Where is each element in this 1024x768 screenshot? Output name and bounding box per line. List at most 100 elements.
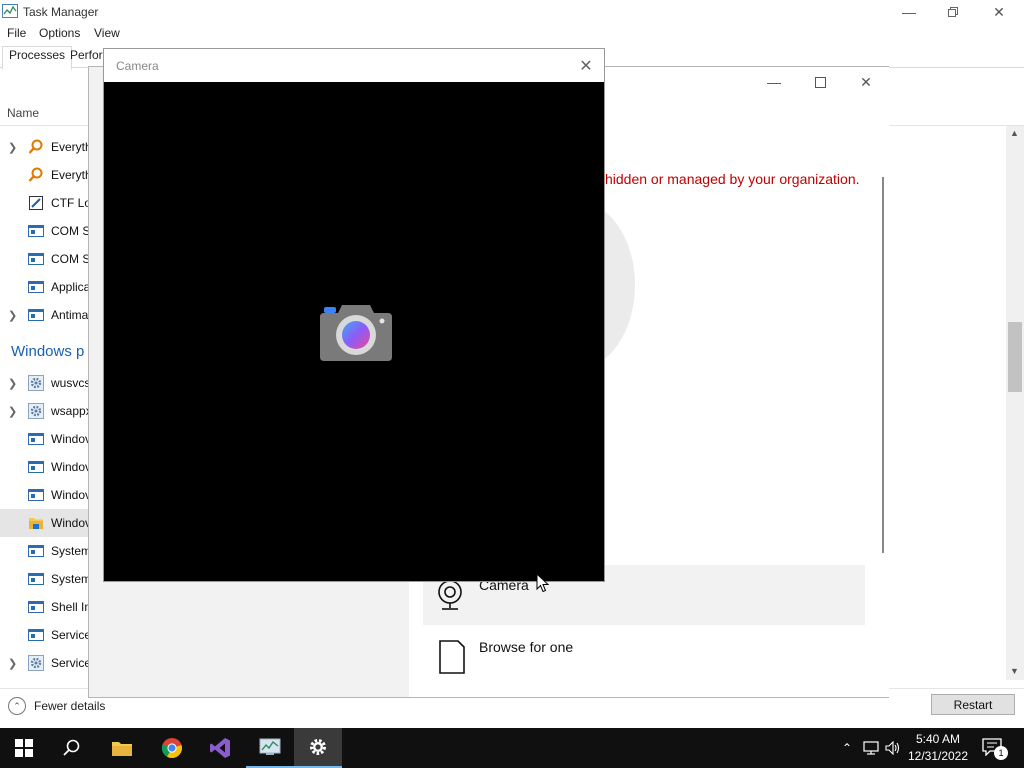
task-manager-taskbar-button[interactable]	[246, 728, 294, 768]
process-list-scrollbar[interactable]: ▲ ▼	[1006, 126, 1024, 680]
window-title: Task Manager	[23, 5, 99, 19]
visual-studio-taskbar-button[interactable]	[196, 728, 244, 768]
show-hidden-icons-chevron-icon[interactable]: ⌃	[838, 740, 856, 756]
process-row[interactable]: ❯ Antima	[0, 301, 90, 329]
process-name: Windov	[51, 516, 89, 530]
start-button[interactable]	[0, 728, 48, 768]
webcam-icon	[438, 580, 462, 610]
close-icon: ✕	[860, 73, 872, 90]
windows-logo-icon	[15, 739, 33, 757]
explorer-folder-icon	[28, 515, 44, 531]
tab-processes[interactable]: Processes	[2, 46, 73, 70]
restart-button[interactable]: Restart	[931, 694, 1015, 715]
process-name: CTF Lo	[51, 196, 89, 210]
window-app-icon	[28, 307, 44, 323]
column-name-header[interactable]: Name	[7, 106, 39, 120]
camera-app-icon	[320, 305, 392, 361]
process-name: Shell In	[51, 600, 89, 614]
process-row[interactable]: Shell In	[0, 593, 90, 621]
file-icon	[439, 640, 465, 674]
process-name: Windov	[51, 488, 89, 502]
task-manager-icon	[259, 738, 281, 755]
process-row[interactable]: ❯ wusvcs	[0, 369, 90, 397]
search-icon	[63, 739, 80, 756]
minimize-button[interactable]: —	[886, 0, 932, 24]
clock-time: 5:40 AM	[915, 732, 961, 746]
process-name: Windov	[51, 432, 89, 446]
process-row[interactable]: COM S	[0, 217, 90, 245]
expand-chevron-icon[interactable]: ❯	[8, 309, 17, 322]
scroll-up-icon[interactable]: ▲	[1010, 128, 1019, 138]
settings-maximize-button[interactable]	[797, 69, 843, 95]
network-icon[interactable]	[862, 740, 880, 756]
process-row[interactable]: ❯ Service	[0, 649, 90, 677]
search-button[interactable]	[48, 728, 96, 768]
process-row[interactable]: System	[0, 537, 90, 565]
menu-view[interactable]: View	[94, 26, 120, 40]
process-row[interactable]: Windov	[0, 509, 90, 537]
group-header-windows-processes: Windows p	[11, 343, 85, 360]
process-row[interactable]: CTF Lo	[0, 189, 90, 217]
process-row[interactable]: Everyth	[0, 161, 90, 189]
process-name: COM S	[51, 224, 89, 238]
settings-close-button[interactable]: ✕	[843, 69, 889, 95]
expand-chevron-icon[interactable]: ❯	[8, 141, 17, 154]
process-row[interactable]: Windov	[0, 453, 90, 481]
camera-window-title: Camera	[116, 59, 159, 73]
action-center-button[interactable]: 1	[980, 736, 1008, 760]
restore-icon	[948, 7, 958, 17]
menu-file[interactable]: File	[7, 26, 26, 40]
process-row[interactable]: Windov	[0, 481, 90, 509]
notepad-icon	[28, 195, 44, 211]
expand-chevron-icon[interactable]: ❯	[8, 377, 17, 390]
expand-chevron-icon[interactable]: ❯	[8, 405, 17, 418]
process-name: Antima	[51, 308, 89, 322]
expand-chevron-icon[interactable]: ❯	[8, 657, 17, 670]
process-row[interactable]: Service	[0, 621, 90, 649]
settings-taskbar-button[interactable]	[294, 728, 342, 768]
process-name: Windov	[51, 460, 89, 474]
taskbar-clock[interactable]: 5:40 AM 12/31/2022	[902, 731, 974, 765]
chrome-taskbar-button[interactable]	[148, 728, 196, 768]
settings-minimize-button[interactable]: —	[751, 69, 797, 95]
camera-titlebar: Camera ✕	[104, 49, 604, 82]
maximize-button[interactable]	[930, 0, 976, 24]
fewer-details-link[interactable]: ⌃ Fewer details	[8, 697, 105, 715]
folder-icon	[112, 742, 132, 756]
process-row[interactable]: Windov	[0, 425, 90, 453]
window-app-icon	[28, 251, 44, 267]
process-name: Applica	[51, 280, 89, 294]
volume-icon[interactable]	[884, 740, 902, 756]
process-row[interactable]: ❯ Everyth	[0, 133, 90, 161]
file-explorer-taskbar-button[interactable]	[98, 728, 146, 768]
process-row[interactable]: ❯ wsappx	[0, 397, 90, 425]
gear-service-icon	[28, 655, 44, 671]
settings-scrollbar[interactable]	[882, 177, 884, 553]
menu-options[interactable]: Options	[39, 26, 80, 40]
camera-window: Camera ✕	[103, 48, 605, 582]
window-app-icon	[28, 223, 44, 239]
scroll-thumb[interactable]	[1008, 322, 1022, 392]
process-row[interactable]: Applica	[0, 273, 90, 301]
window-app-icon	[28, 543, 44, 559]
window-app-icon	[28, 571, 44, 587]
close-button[interactable]: ✕	[976, 0, 1022, 24]
menu-bar: File Options View	[0, 24, 1024, 44]
process-row[interactable]: System	[0, 565, 90, 593]
notification-count-badge: 1	[994, 746, 1008, 760]
process-row[interactable]: COM S	[0, 245, 90, 273]
gear-icon	[310, 739, 326, 755]
task-manager-icon	[2, 4, 18, 18]
process-name: System	[51, 544, 89, 558]
chrome-icon	[161, 738, 182, 759]
window-app-icon	[28, 431, 44, 447]
scroll-down-icon[interactable]: ▼	[1010, 666, 1019, 676]
camera-close-button[interactable]: ✕	[568, 52, 604, 80]
policy-notice: hidden or managed by your organization.	[605, 171, 860, 187]
process-name: Everyth	[51, 168, 89, 182]
browse-option[interactable]: Browse for one	[423, 627, 865, 687]
clock-date: 12/31/2022	[907, 749, 969, 763]
process-name: Everyth	[51, 140, 89, 154]
window-app-icon	[28, 599, 44, 615]
gear-service-icon	[28, 403, 44, 419]
